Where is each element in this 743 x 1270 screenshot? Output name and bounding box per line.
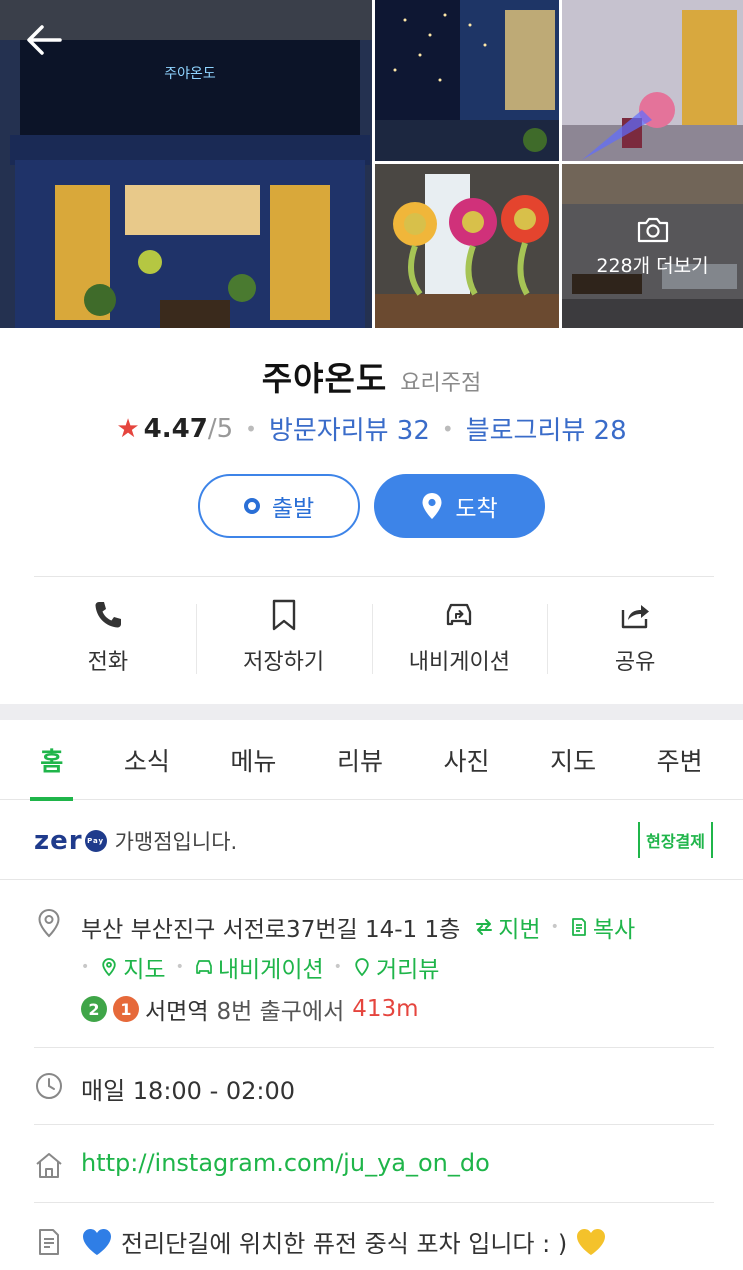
homepage-link[interactable]: http://instagram.com/ju_ya_on_do: [81, 1149, 490, 1177]
back-button[interactable]: [20, 16, 68, 64]
zeropay-text: 가맹점입니다.: [114, 829, 238, 854]
arrive-label: 도착: [455, 496, 498, 522]
zeropay-logo-text: zer: [34, 825, 83, 856]
subway-line-2-badge: 2: [81, 996, 107, 1022]
navigation-link[interactable]: 내비게이션: [194, 950, 324, 984]
blog-reviews-link[interactable]: 블로그리뷰 28: [466, 410, 627, 447]
blue-heart-icon: [83, 1228, 111, 1255]
divider: [34, 1202, 714, 1203]
onsite-payment-badge: 현장결제: [638, 822, 713, 858]
phone-icon: [95, 602, 121, 628]
car-icon: [196, 960, 212, 974]
street-view-pin-icon: [355, 958, 369, 977]
place-category: 요리주점: [400, 371, 482, 396]
street-view-link[interactable]: 거리뷰: [352, 950, 439, 984]
zeropay-pay-badge: Pay: [84, 829, 107, 852]
save-label: 저장하기: [243, 650, 325, 675]
place-name: 주야온도: [261, 359, 388, 398]
separator-dot: •: [175, 959, 184, 975]
divider: [34, 1124, 714, 1125]
station-name: 서면역: [145, 999, 209, 1025]
lot-number-label: 지번: [498, 917, 541, 943]
swap-icon: [476, 919, 493, 935]
divider: [34, 1047, 714, 1048]
copy-icon: [571, 918, 586, 936]
tab-news[interactable]: 소식: [114, 720, 180, 800]
visitor-reviews-link[interactable]: 방문자리뷰 32: [269, 410, 430, 447]
divider: [34, 576, 714, 577]
separator-dot: •: [441, 416, 454, 441]
rating-review-row: ★ 4.47 /5 • 방문자리뷰 32 • 블로그리뷰 28: [0, 410, 743, 447]
address-line: 부산 부산진구 서전로37번길 14-1 1층 지번 • 복사: [81, 910, 635, 944]
depart-button[interactable]: 출발: [198, 474, 360, 538]
map-link[interactable]: 지도: [99, 950, 166, 984]
tab-bar: 홈 소식 메뉴 리뷰 사진 지도 주변: [0, 720, 743, 801]
back-arrow-icon: [27, 25, 62, 55]
zeropay-banner: zer Pay 가맹점입니다. 현장결제: [0, 802, 743, 880]
rating-value: 4.47: [143, 413, 208, 444]
clock-icon: [36, 1073, 62, 1099]
street-view-label: 거리뷰: [375, 957, 440, 983]
rating-max: /5: [207, 413, 234, 444]
subway-line-1-badge: 1: [113, 996, 139, 1022]
tab-photos[interactable]: 사진: [434, 720, 500, 800]
address-text: 부산 부산진구 서전로37번길 14-1 1층: [81, 917, 461, 943]
depart-label: 출발: [271, 496, 315, 522]
photo-gallery[interactable]: 주야온도 228개 더보기: [0, 0, 743, 330]
place-title-row: 주야온도 요리주점: [0, 352, 743, 400]
separator-dot: •: [81, 959, 90, 975]
description-line: 전리단길에 위치한 퓨전 중식 포차 입니다 : ): [81, 1224, 607, 1259]
share-action[interactable]: 공유: [547, 598, 723, 678]
home-icon: [36, 1153, 62, 1178]
navigation-action[interactable]: 내비게이션: [371, 598, 548, 678]
business-hours[interactable]: 매일 18:00 - 02:00: [81, 1071, 295, 1106]
tab-map[interactable]: 지도: [540, 720, 606, 800]
zeropay-logo: zer Pay: [34, 826, 107, 856]
arrive-button[interactable]: 도착: [374, 474, 545, 538]
location-pin-icon: [422, 493, 442, 519]
station-exit: 8번 출구에서: [216, 999, 345, 1025]
tab-nearby[interactable]: 주변: [647, 720, 713, 800]
tab-reviews[interactable]: 리뷰: [327, 720, 393, 800]
separator-dot: •: [333, 959, 342, 975]
sunflower-toys-photo[interactable]: [375, 164, 559, 328]
car-navigation-icon: [447, 603, 472, 626]
sign-text: 주야온도: [164, 66, 216, 82]
action-bar: 전화 저장하기 내비게이션 공유: [20, 598, 723, 678]
separator-dot: •: [550, 919, 559, 935]
star-icon: ★: [116, 413, 140, 444]
more-photos-button[interactable]: 228개 더보기: [562, 164, 743, 328]
address-actions-line: • 지도 • 내비게이션 • 거리뷰: [81, 950, 439, 984]
navigation-link-label: 내비게이션: [217, 957, 324, 983]
map-label: 지도: [123, 957, 166, 983]
night-alley-photo[interactable]: [375, 0, 559, 161]
tab-menu[interactable]: 메뉴: [220, 720, 286, 800]
call-label: 전화: [87, 650, 129, 675]
lot-number-toggle[interactable]: 지번: [474, 910, 541, 944]
interior-door-photo[interactable]: [562, 0, 743, 161]
copy-label: 복사: [592, 917, 636, 943]
call-action[interactable]: 전화: [20, 598, 196, 678]
save-action[interactable]: 저장하기: [195, 598, 372, 678]
route-buttons: 출발 도착: [0, 474, 743, 538]
yellow-heart-icon: [577, 1228, 606, 1255]
navigation-label: 내비게이션: [408, 650, 510, 675]
description-text: 전리단길에 위치한 퓨전 중식 포차 입니다 : ): [121, 1230, 568, 1258]
origin-dot-icon: [243, 498, 260, 514]
copy-address-button[interactable]: 복사: [569, 910, 635, 944]
location-pin-outline-icon: [38, 908, 60, 938]
share-label: 공유: [614, 650, 656, 675]
share-icon: [621, 605, 650, 629]
camera-icon: [637, 217, 668, 242]
more-photos-label: 228개 더보기: [596, 254, 709, 277]
bookmark-icon: [272, 599, 295, 631]
separator-dot: •: [245, 416, 257, 441]
tab-home[interactable]: 홈: [30, 720, 74, 801]
section-separator: [0, 704, 743, 720]
map-pin-icon: [102, 958, 116, 977]
document-icon: [39, 1229, 59, 1255]
subway-line: 2 1 서면역 8번 출구에서 413m: [81, 992, 419, 1026]
station-distance: 413m: [352, 996, 419, 1022]
